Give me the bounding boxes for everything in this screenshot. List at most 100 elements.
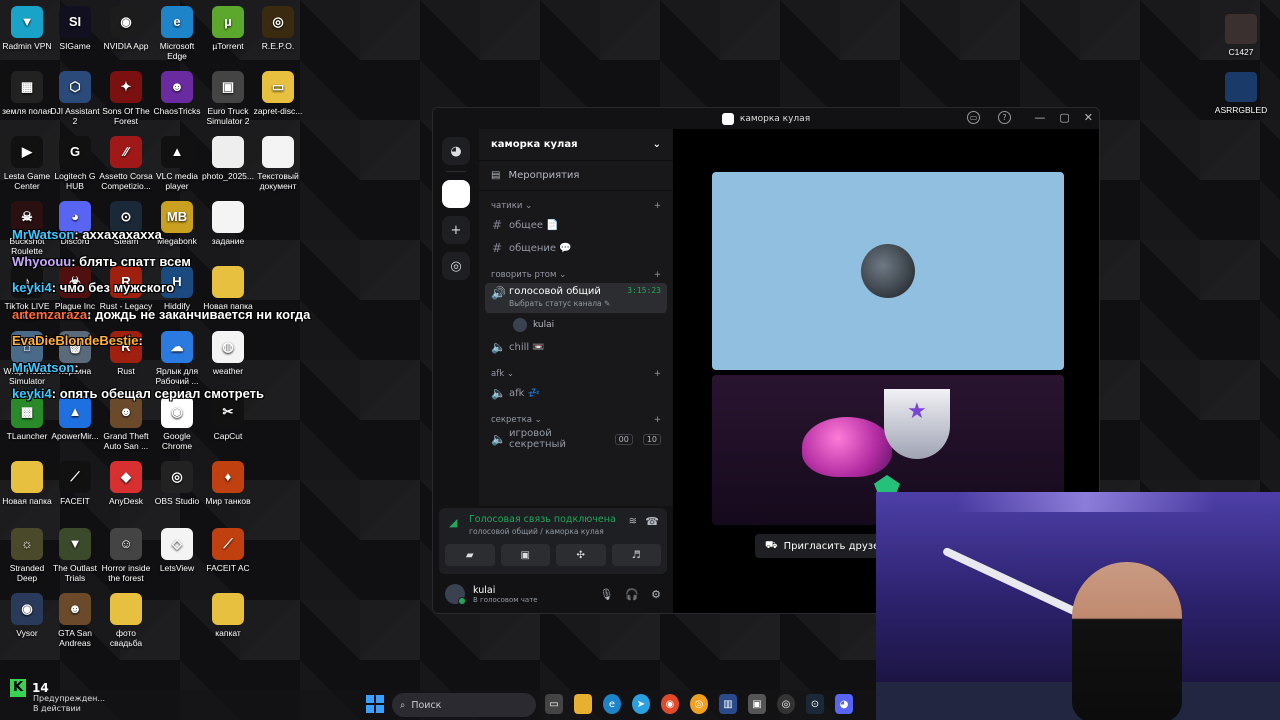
screen-share-button[interactable]: ▣	[500, 544, 550, 566]
desktop-icon[interactable]: ☻ ChaosTricks	[150, 71, 204, 116]
disconnect-icon[interactable]: ☎	[645, 515, 659, 528]
desktop-icon[interactable]: ▼ The Outlast Trials	[48, 528, 102, 583]
desktop-icon[interactable]: ◉ Vysor	[0, 593, 54, 638]
desktop-icon[interactable]: ♦ Мир танков	[201, 461, 255, 506]
yandex-icon[interactable]: ◎	[690, 694, 708, 714]
user-status: В голосовом чате	[473, 595, 538, 604]
desktop-icon[interactable]: ⟋ FACEIT AC	[201, 528, 255, 573]
voice-status[interactable]: Голосовая связь подключена	[469, 514, 616, 525]
steam-icon[interactable]: ⊙	[806, 694, 824, 714]
close-button[interactable]: ✕	[1084, 111, 1093, 124]
inbox-icon[interactable]: ▭	[967, 111, 980, 124]
headphones-icon[interactable]: 🎧	[625, 588, 639, 601]
signal-icon[interactable]: ◢	[449, 516, 457, 529]
desktop-icon[interactable]: ⟋ FACEIT	[48, 461, 102, 506]
add-channel-icon[interactable]: +	[654, 415, 661, 425]
channel-voice-general[interactable]: 🔊 голосовой общий Выбрать статус канала …	[485, 283, 667, 313]
help-icon[interactable]: ?	[998, 111, 1011, 124]
desktop-icon-label: GTA San Andreas	[58, 628, 92, 648]
channel-general[interactable]: # общее 📄	[485, 214, 667, 236]
desktop-icon-c1427[interactable]: C1427	[1211, 14, 1271, 57]
add-channel-icon[interactable]: +	[654, 270, 661, 280]
events-item[interactable]: ▤ Мероприятия	[479, 161, 673, 191]
guild-header[interactable]: каморка кулая ⌄	[479, 129, 673, 161]
desktop-icon[interactable]: ◎ OBS Studio	[150, 461, 204, 506]
add-channel-icon[interactable]: +	[654, 201, 661, 211]
desktop-icon[interactable]: µ µTorrent	[201, 6, 255, 51]
app-icon: ☻	[59, 593, 91, 625]
avatar[interactable]	[445, 584, 466, 605]
maximize-button[interactable]: ▢	[1059, 111, 1069, 124]
desktop-icon[interactable]: ☻ GTA San Andreas	[48, 593, 102, 648]
channel-status[interactable]: Выбрать статус канала ✎	[509, 299, 610, 308]
direct-messages-button[interactable]: ◕	[442, 137, 470, 165]
telegram-icon[interactable]: ➤	[632, 694, 650, 714]
channel-chat[interactable]: # общение 💬	[485, 237, 667, 259]
desktop-icon[interactable]: ▦ земля полая	[0, 71, 54, 116]
file-explorer-icon[interactable]	[574, 694, 592, 714]
category-afk[interactable]: afk ⌄ +	[479, 359, 673, 381]
add-channel-icon[interactable]: +	[654, 369, 661, 379]
desktop-icon[interactable]: Новая папка	[0, 461, 54, 506]
desktop-icon[interactable]: ☺ Horror inside the forest	[99, 528, 153, 583]
task-view-icon[interactable]: ▭	[545, 694, 563, 714]
category-secret[interactable]: секретка ⌄ +	[479, 405, 673, 427]
desktop-icon[interactable]: ▼ Radmin VPN	[0, 6, 54, 51]
desktop-icon[interactable]: ✦ Sons Of The Forest	[99, 71, 153, 126]
discover-button[interactable]: ◎	[442, 252, 470, 280]
add-server-button[interactable]: +	[442, 216, 470, 244]
app-icon: ◎	[161, 461, 193, 493]
desktop-icon[interactable]: ◎ R.E.P.O.	[251, 6, 305, 51]
soundboard-button[interactable]: ♬	[611, 544, 661, 566]
desktop-icon[interactable]: ◇ LetsView	[150, 528, 204, 573]
chrome-icon[interactable]: ◉	[661, 694, 679, 714]
desktop-icon-label: капкат	[215, 628, 241, 638]
desktop-icon[interactable]: ⬡ DJI Assistant 2	[48, 71, 102, 126]
category-voice[interactable]: говорить ртом ⌄ +	[479, 260, 673, 282]
invite-friends-button[interactable]: ⛟ Пригласить друзей	[755, 534, 896, 558]
channel-afk[interactable]: 🔈 afk 💤	[485, 382, 667, 404]
chat-separator: :	[138, 333, 143, 348]
app-icon: SI	[59, 6, 91, 38]
desktop-icon[interactable]: SI SIGame	[48, 6, 102, 51]
activities-button[interactable]: ✣	[556, 544, 606, 566]
defender-notification[interactable]: Предупрежден... В действии	[33, 694, 105, 714]
desktop-icon[interactable]: капкат	[201, 593, 255, 638]
capture-app-icon[interactable]: ▣	[748, 694, 766, 714]
desktop-icon[interactable]: фото свадьба	[99, 593, 153, 648]
desktop-icon[interactable]: G Logitech G HUB	[48, 136, 102, 191]
server-kamorka[interactable]	[442, 180, 470, 208]
category-chatiki[interactable]: чатики ⌄ +	[479, 191, 673, 213]
channel-secret-game[interactable]: 🔈 игровой секретный 00 10	[485, 428, 667, 450]
desktop-icon[interactable]: photo_2025...	[201, 136, 255, 181]
chat-separator: :	[74, 359, 79, 375]
desktop-icon-label: Новая папка	[2, 496, 52, 506]
channel-chill[interactable]: 🔈 chill 📼	[485, 336, 667, 358]
desktop-icon[interactable]: ▣ Euro Truck Simulator 2	[201, 71, 255, 126]
noise-suppression-icon[interactable]: ≋	[629, 516, 637, 527]
desktop-icon[interactable]: ◉ NVIDIA App	[99, 6, 153, 51]
participant-tile[interactable]	[712, 172, 1064, 370]
desktop-icon[interactable]: ▲ VLC media player	[150, 136, 204, 191]
desktop-icon[interactable]: ▶ Lesta Game Center	[0, 136, 54, 191]
minimize-button[interactable]: —	[1034, 111, 1045, 124]
discord-icon[interactable]: ◕	[835, 694, 853, 714]
chart-app-icon[interactable]: ▥	[719, 694, 737, 714]
desktop-icon-label: LetsView	[159, 563, 195, 573]
edge-icon[interactable]: e	[603, 694, 621, 714]
obs-icon[interactable]: ◎	[777, 694, 795, 714]
desktop-icon[interactable]: ▭ zapret-disc...	[251, 71, 305, 116]
desktop-icon[interactable]: Текстовый документ	[251, 136, 305, 191]
desktop-icon[interactable]: e Microsoft Edge	[150, 6, 204, 61]
desktop-icon-asrrgbled[interactable]: ASRRGBLED	[1211, 72, 1271, 115]
desktop-icon[interactable]: ☼ Stranded Deep	[0, 528, 54, 583]
voice-participant[interactable]: kulai	[513, 315, 667, 335]
settings-gear-icon[interactable]: ⚙	[651, 588, 661, 601]
desktop-icon[interactable]: ◆ AnyDesk	[99, 461, 153, 506]
title-bar: каморка кулая ▭ ? — ▢ ✕	[433, 108, 1099, 129]
start-button[interactable]	[366, 695, 384, 713]
microphone-icon[interactable]: 🎙	[599, 588, 613, 601]
taskbar-search[interactable]: ⌕ Поиск	[392, 693, 536, 717]
desktop-icon[interactable]: ⁄⁄ Assetto Corsa Competizio...	[99, 136, 153, 191]
camera-button[interactable]: ▰	[445, 544, 495, 566]
